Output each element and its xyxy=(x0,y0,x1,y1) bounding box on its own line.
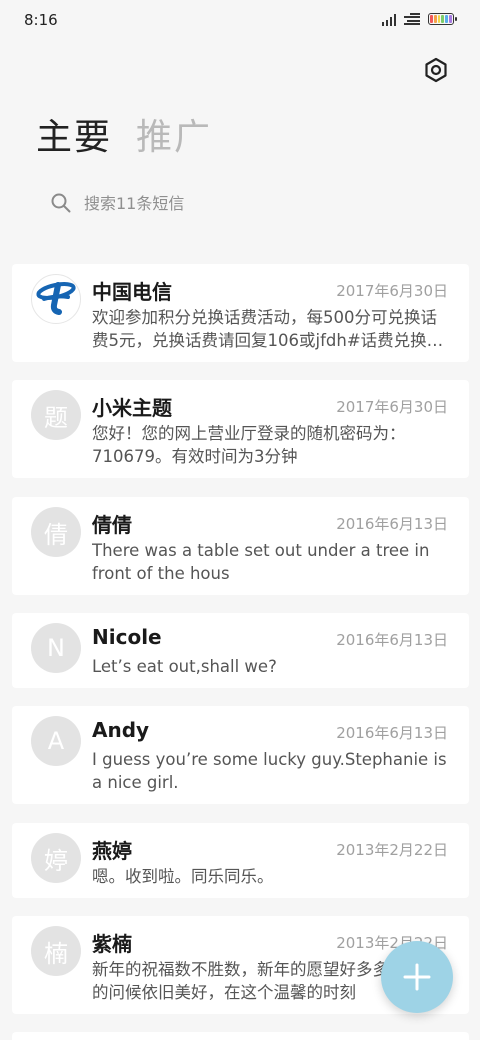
message-preview: 嗯。收到啦。同乐同乐。 xyxy=(92,867,274,886)
battery-icon xyxy=(428,13,457,25)
message-preview: 欢迎参加积分兑换话费活动，每500分可兑换话费5元，兑换话费请回复106或jfd… xyxy=(92,308,444,350)
message-preview: I guess you’re some lucky guy.Stephanie … xyxy=(92,750,447,792)
message-preview: 您好！您的网上营业厅登录的随机密码为：710679。有效时间为3分钟 xyxy=(92,424,406,466)
avatar: 题 xyxy=(31,390,81,440)
contact-name: 紫楠 xyxy=(92,932,132,956)
conversation-item[interactable] xyxy=(12,1032,469,1040)
signal-icon xyxy=(382,12,396,26)
tab-primary[interactable]: 主要 xyxy=(36,108,112,160)
messages-screen: 8:16 主要 推广 搜索11条短信 中国电信 2017年6月30日 欢迎参加积… xyxy=(0,0,480,1040)
avatar: A xyxy=(31,716,81,766)
avatar: 婷 xyxy=(31,833,81,883)
contact-name: 燕婷 xyxy=(92,839,132,863)
conversation-item[interactable]: A Andy 2016年6月13日 I guess you’re some lu… xyxy=(12,706,469,804)
search-input[interactable] xyxy=(84,193,414,213)
message-date: 2017年6月30日 xyxy=(336,398,448,416)
new-message-button[interactable] xyxy=(381,941,453,1013)
conversation-item[interactable]: 题 小米主题 2017年6月30日 您好！您的网上营业厅登录的随机密码为：710… xyxy=(12,380,469,478)
message-date: 2016年6月13日 xyxy=(336,724,448,742)
contact-name: Andy xyxy=(92,718,150,742)
message-preview: Let’s eat out,shall we? xyxy=(92,657,277,676)
search-icon xyxy=(51,193,71,213)
avatar: 楠 xyxy=(31,926,81,976)
search-bar[interactable] xyxy=(36,180,444,226)
contact-name: 中国电信 xyxy=(92,280,172,304)
status-bar: 8:16 xyxy=(0,0,480,42)
contact-name: 小米主题 xyxy=(92,396,172,420)
conversation-item[interactable]: 婷 燕婷 2013年2月22日 嗯。收到啦。同乐同乐。 xyxy=(12,823,469,898)
conversation-item[interactable]: 中国电信 2017年6月30日 欢迎参加积分兑换话费活动，每500分可兑换话费5… xyxy=(12,264,469,362)
settings-button[interactable] xyxy=(420,54,452,86)
conversation-item[interactable]: 倩 倩倩 2016年6月13日 There was a table set ou… xyxy=(12,497,469,595)
status-icons xyxy=(382,12,457,26)
avatar: N xyxy=(31,623,81,673)
wifi-icon xyxy=(404,13,420,25)
contact-name: Nicole xyxy=(92,625,162,649)
message-date: 2016年6月13日 xyxy=(336,515,448,533)
avatar: 倩 xyxy=(31,507,81,557)
message-date: 2017年6月30日 xyxy=(336,282,448,300)
plus-icon xyxy=(403,963,431,991)
tab-promotions[interactable]: 推广 xyxy=(136,108,212,160)
message-date: 2016年6月13日 xyxy=(336,631,448,649)
tab-bar: 主要 推广 xyxy=(36,108,212,160)
china-telecom-logo-icon xyxy=(36,282,76,315)
gear-hexagon-icon xyxy=(425,57,447,83)
status-time: 8:16 xyxy=(24,11,58,29)
china-telecom-logo xyxy=(31,274,81,324)
conversation-item[interactable]: N Nicole 2016年6月13日 Let’s eat out,shall … xyxy=(12,613,469,688)
contact-name: 倩倩 xyxy=(92,513,132,537)
message-preview: There was a table set out under a tree i… xyxy=(92,541,430,583)
message-date: 2013年2月22日 xyxy=(336,841,448,859)
